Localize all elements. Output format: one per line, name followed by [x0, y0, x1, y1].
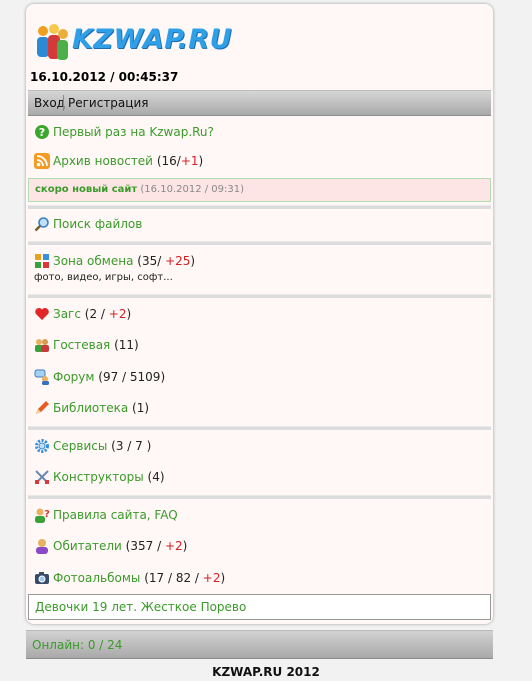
zags-new-count: +2	[108, 307, 127, 321]
heart-icon	[35, 307, 49, 320]
camera-icon	[35, 571, 49, 584]
ad-link[interactable]: Девочки 19 лет. Жесткое Порево	[35, 600, 246, 614]
zags-link[interactable]: Загс	[53, 307, 81, 321]
user-help-icon: ?	[35, 508, 50, 523]
photoalbums-count: (17 / 82 /	[144, 571, 203, 585]
rss-icon	[34, 152, 50, 169]
register-link[interactable]: Регистрация	[68, 96, 148, 110]
services-count: (3 / 7 )	[111, 439, 152, 453]
menu-item-constructors[interactable]: Конструкторы (4)	[34, 468, 165, 486]
constructors-count: (4)	[147, 470, 165, 484]
news-link[interactable]: Архив новостей	[53, 154, 153, 168]
datetime: 16.10.2012 / 00:45:37	[30, 70, 179, 84]
library-count: (1)	[132, 401, 150, 415]
notice-time: (16.10.2012 / 09:31)	[140, 184, 245, 195]
search-link[interactable]: Поиск файлов	[53, 217, 142, 231]
guestbook-count: (11)	[114, 338, 139, 352]
section-divider	[28, 426, 491, 430]
auth-divider	[63, 95, 64, 111]
zags-count-close: )	[126, 307, 132, 321]
people-logo-icon	[37, 24, 68, 60]
users-icon	[35, 338, 49, 352]
menu-item-library[interactable]: Библиотека (1)	[34, 399, 149, 417]
news-count: (16/	[156, 154, 181, 168]
exchange-subtitle: фото, видео, игры, софт...	[34, 272, 173, 283]
library-link[interactable]: Библиотека	[53, 401, 128, 415]
auth-bar: Вход Регистрация	[28, 90, 491, 116]
rules-link[interactable]: Правила сайта, FAQ	[53, 508, 178, 522]
grid-icon	[35, 253, 49, 268]
search-icon	[34, 216, 49, 231]
menu-item-forum[interactable]: Форум (97 / 5109)	[34, 368, 165, 386]
section-divider	[28, 495, 491, 499]
menu-item-zags[interactable]: Загс (2 / +2)	[34, 305, 131, 323]
menu-item-news[interactable]: Архив новостей (16/+1)	[34, 152, 203, 170]
forum-count: (97 / 5109)	[98, 370, 166, 384]
logo-text: KZWAP.RU	[72, 24, 233, 55]
menu-item-residents[interactable]: Обитатели (357 / +2)	[34, 537, 187, 555]
tools-icon	[35, 469, 49, 484]
photoalbums-count-close: )	[220, 571, 226, 585]
menu-item-exchange[interactable]: Зона обмена (35/ +25)	[34, 252, 195, 270]
residents-link[interactable]: Обитатели	[53, 539, 122, 553]
forum-icon	[34, 369, 49, 385]
menu-item-search[interactable]: Поиск файлов	[34, 215, 142, 233]
residents-count-close: )	[182, 539, 188, 553]
residents-new-count: +2	[164, 539, 183, 553]
exchange-count-close: )	[190, 254, 196, 268]
photoalbums-new-count: +2	[202, 571, 221, 585]
menu-item-services[interactable]: Сервисы (3 / 7 )	[34, 437, 151, 455]
gear-icon	[35, 438, 49, 453]
zags-count: (2 /	[84, 307, 109, 321]
online-bar: Онлайн: 0 / 24	[26, 630, 493, 659]
exchange-link[interactable]: Зона обмена	[53, 254, 133, 268]
site-logo[interactable]: KZWAP.RU	[34, 18, 232, 68]
help-icon: ?	[35, 124, 49, 139]
svg-text:?: ?	[39, 126, 45, 139]
menu-item-photoalbums[interactable]: Фотоальбомы (17 / 82 / +2)	[34, 569, 225, 587]
constructors-link[interactable]: Конструкторы	[53, 470, 144, 484]
exchange-count: (35/	[137, 254, 166, 268]
first-time-link[interactable]: Первый раз на Kzwap.Ru?	[53, 125, 214, 139]
forum-link[interactable]: Форум	[53, 370, 94, 384]
section-divider	[28, 241, 491, 245]
pencil-icon	[36, 400, 49, 414]
footer: KZWAP.RU 2012	[212, 665, 320, 679]
section-divider	[28, 205, 491, 209]
login-link[interactable]: Вход	[34, 96, 65, 110]
news-notice: скоро новый сайт (16.10.2012 / 09:31)	[28, 178, 491, 202]
services-link[interactable]: Сервисы	[53, 439, 107, 453]
menu-item-first-time[interactable]: ? Первый раз на Kzwap.Ru?	[34, 123, 214, 141]
menu-item-guestbook[interactable]: Гостевая (11)	[34, 336, 139, 354]
news-new-count: +1	[180, 154, 199, 168]
guestbook-link[interactable]: Гостевая	[53, 338, 110, 352]
section-divider	[28, 294, 491, 298]
main-card: KZWAP.RU 16.10.2012 / 00:45:37 Вход Реги…	[26, 4, 493, 624]
ad-banner[interactable]: Девочки 19 лет. Жесткое Порево	[28, 594, 491, 620]
news-count-close: )	[198, 154, 204, 168]
menu-item-rules[interactable]: ? Правила сайта, FAQ	[34, 506, 178, 524]
exchange-new-count: +25	[165, 254, 191, 268]
photoalbums-link[interactable]: Фотоальбомы	[53, 571, 140, 585]
user-icon	[36, 538, 48, 554]
residents-count: (357 /	[125, 539, 165, 553]
svg-text:?: ?	[44, 509, 50, 520]
notice-title[interactable]: скоро новый сайт	[35, 184, 137, 195]
online-count[interactable]: Онлайн: 0 / 24	[32, 638, 122, 652]
